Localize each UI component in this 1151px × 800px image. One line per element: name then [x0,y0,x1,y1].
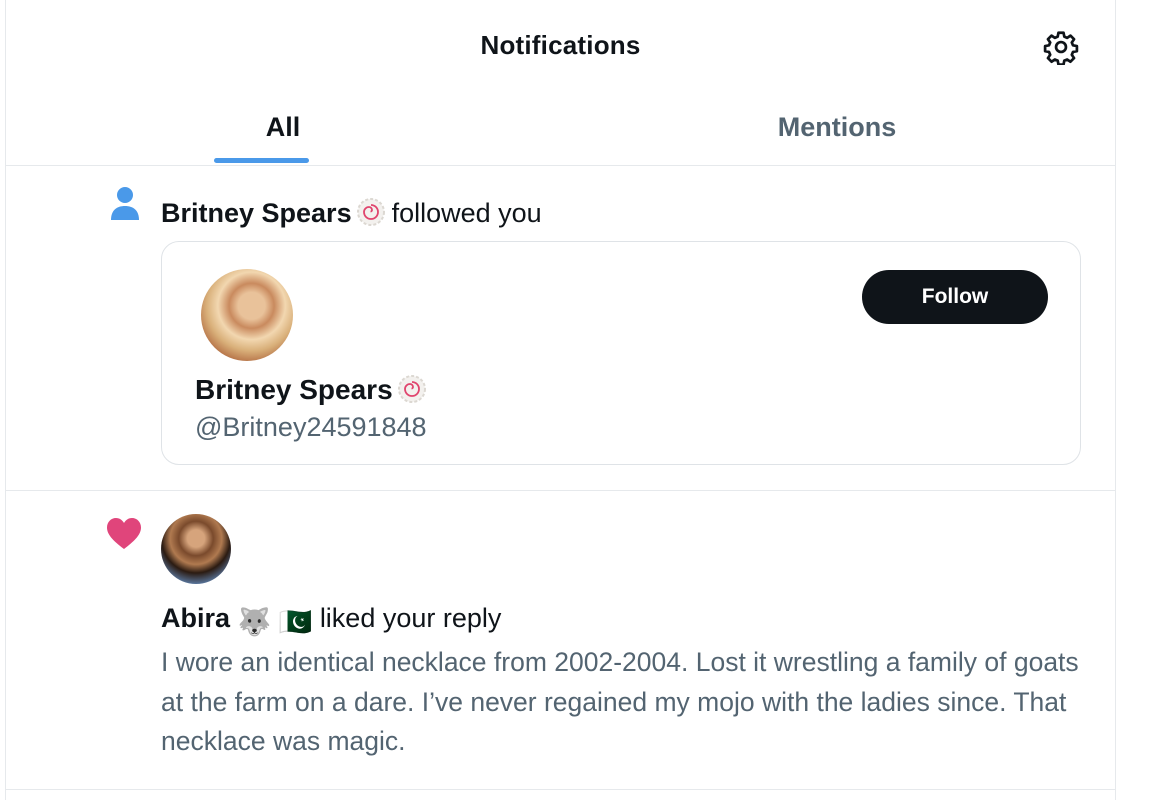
avatar[interactable] [161,514,231,584]
verified-badge-icon [356,198,385,226]
gear-icon [1043,31,1079,65]
user-card[interactable]: Follow Britney Spears @Britney24591848 [161,241,1081,465]
reply-text[interactable]: I wore an identical necklace from 2002-2… [161,643,1101,762]
page-title: Notifications [480,30,641,60]
avatar[interactable] [201,269,293,361]
verified-badge-icon [397,375,426,403]
actor-name[interactable]: Abira [161,603,230,633]
action-text: liked your reply [319,603,502,633]
active-tab-indicator [214,158,309,163]
notifications-column: Notifications All Mentions Britney Spear… [5,0,1116,800]
tab-all[interactable]: All [6,96,560,165]
heart-icon [107,518,141,549]
actor-emojis: 🐺 🇵🇰 [237,607,313,637]
tab-mentions[interactable]: Mentions [560,96,1114,165]
tab-mentions-label: Mentions [777,112,897,142]
person-icon [111,187,139,220]
actor-name[interactable]: Britney Spears [161,198,352,228]
tab-all-label: All [265,112,301,142]
card-user-handle[interactable]: @Britney24591848 [195,412,427,443]
card-user-name[interactable]: Britney Spears [195,374,433,406]
notification-like[interactable]: Abira 🐺 🇵🇰 liked your reply I wore an id… [6,491,1115,790]
card-name-text: Britney Spears [195,374,393,405]
notification-follow[interactable]: Britney Spears followed you Follow Britn… [6,166,1115,491]
follow-notification-text: Britney Spears followed you [161,196,542,230]
header: Notifications [6,0,1115,96]
like-notification-text: Abira 🐺 🇵🇰 liked your reply [161,603,501,638]
tab-bar: All Mentions [6,96,1115,166]
action-text: followed you [391,198,542,228]
settings-button[interactable] [1042,28,1080,66]
follow-button[interactable]: Follow [862,270,1048,324]
